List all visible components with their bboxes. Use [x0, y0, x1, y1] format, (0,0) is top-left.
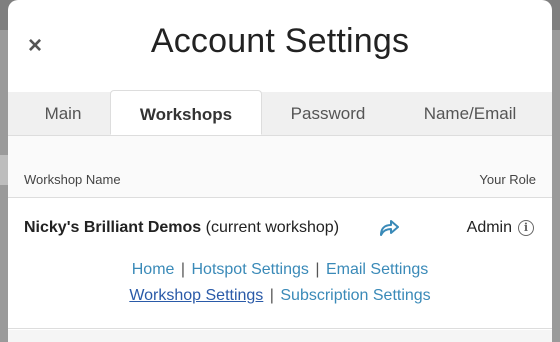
- current-workshop-label: (current workshop): [201, 219, 340, 236]
- role-cell: Admin i: [467, 219, 534, 237]
- workshop-links-line1: Home | Hotspot Settings | Email Settings: [8, 261, 552, 279]
- role-value: Admin: [466, 219, 512, 236]
- footer-strip: [8, 330, 552, 342]
- workshop-links-line2: Workshop Settings | Subscription Setting…: [8, 287, 552, 305]
- share-icon[interactable]: [378, 218, 400, 238]
- account-settings-modal: × Account Settings Main Workshops Passwo…: [8, 0, 552, 342]
- link-separator: |: [180, 261, 186, 278]
- table-row: Nicky's Brilliant Demos (current worksho…: [8, 199, 552, 329]
- tab-workshops[interactable]: Workshops: [110, 90, 262, 135]
- backdrop-left: [0, 30, 8, 342]
- link-subscription-settings[interactable]: Subscription Settings: [280, 287, 430, 304]
- tab-name-email[interactable]: Name/Email: [406, 92, 534, 136]
- link-hotspot-settings[interactable]: Hotspot Settings: [192, 261, 309, 278]
- link-separator: |: [315, 261, 320, 278]
- link-separator: |: [269, 287, 274, 304]
- modal-header: × Account Settings: [8, 0, 552, 92]
- column-header-your-role: Your Role: [479, 172, 536, 187]
- tab-password[interactable]: Password: [270, 92, 386, 136]
- tab-main[interactable]: Main: [28, 92, 98, 136]
- workshop-name: Nicky's Brilliant Demos (current worksho…: [24, 219, 339, 237]
- table-header: Workshop Name Your Role: [8, 136, 552, 198]
- tabs-bar: Main Workshops Password Name/Email: [8, 90, 552, 136]
- modal-title: Account Settings: [150, 22, 410, 60]
- workshop-title: Nicky's Brilliant Demos: [24, 219, 202, 236]
- column-header-workshop-name: Workshop Name: [24, 172, 121, 187]
- link-workshop-settings[interactable]: Workshop Settings: [129, 287, 263, 304]
- link-home[interactable]: Home: [132, 261, 175, 278]
- backdrop-right: [552, 30, 560, 342]
- link-email-settings[interactable]: Email Settings: [326, 261, 428, 278]
- backdrop-fragment: [0, 155, 8, 185]
- info-icon[interactable]: i: [518, 220, 534, 236]
